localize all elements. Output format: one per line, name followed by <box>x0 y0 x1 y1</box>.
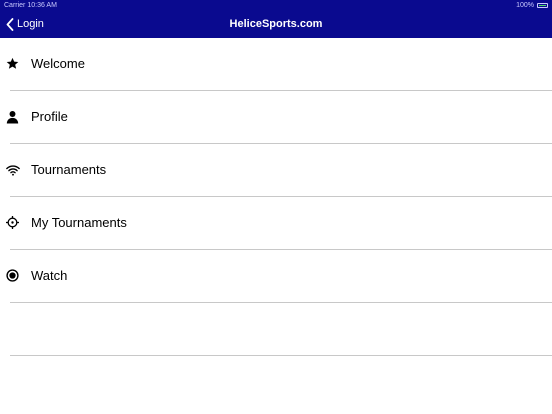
status-bar: Carrier 10:36 AM 100% <box>4 1 548 10</box>
battery-percent: 100% <box>516 2 534 9</box>
menu-item-label: Welcome <box>31 56 85 71</box>
carrier-label: Carrier <box>4 2 26 9</box>
battery-fill <box>539 5 546 6</box>
time-label: 10:36 AM <box>27 2 57 9</box>
menu-item-label: Tournaments <box>31 162 107 177</box>
menu-item-label: Profile <box>31 109 68 124</box>
status-carrier-time: Carrier 10:36 AM <box>4 1 57 10</box>
menu-item-label: Watch <box>31 268 68 283</box>
menu-item-welcome[interactable]: Welcome <box>0 38 552 91</box>
battery-icon <box>537 3 548 8</box>
crosshair-icon <box>5 215 20 230</box>
status-battery: 100% <box>516 1 548 10</box>
wifi-icon <box>5 162 20 177</box>
menu-item-empty <box>0 303 552 356</box>
navigation-bar: Carrier 10:36 AM 100% Login HeliceSports… <box>0 0 552 38</box>
star-icon <box>5 56 20 71</box>
menu-item-watch[interactable]: Watch <box>0 250 552 303</box>
page-title: HeliceSports.com <box>229 18 323 30</box>
person-icon <box>5 109 20 124</box>
menu-item-label: My Tournaments <box>31 215 127 230</box>
menu-item-tournaments[interactable]: Tournaments <box>0 144 552 197</box>
menu-item-profile[interactable]: Profile <box>0 91 552 144</box>
menu-item-my-tournaments[interactable]: My Tournaments <box>0 197 552 250</box>
record-icon <box>5 268 20 283</box>
menu-list: Welcome Profile Tournaments My Tournamen… <box>0 38 552 356</box>
